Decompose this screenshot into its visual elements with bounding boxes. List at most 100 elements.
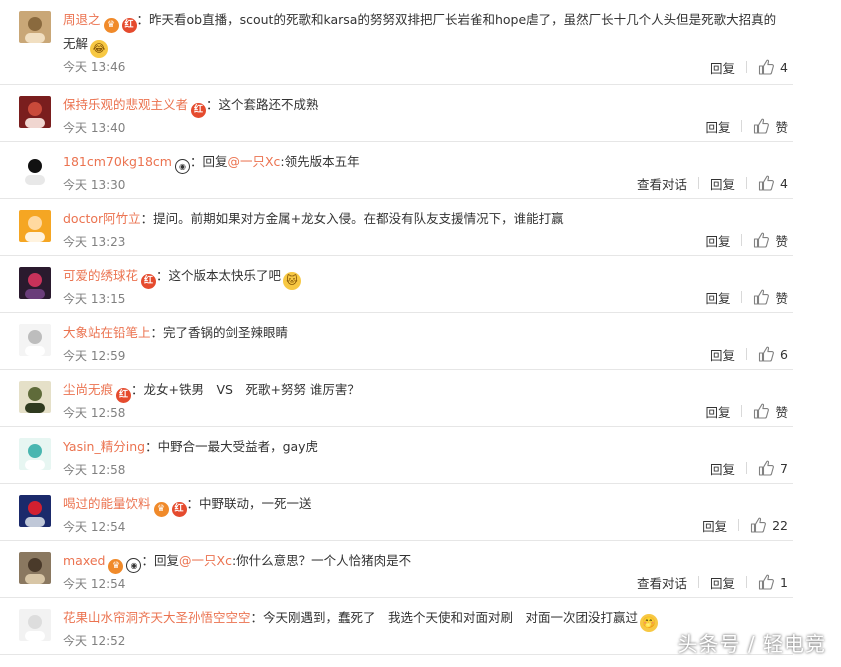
thumbs-up-icon: [753, 232, 770, 248]
view-conversation-link[interactable]: 查看对话: [637, 174, 687, 193]
like-button[interactable]: 赞: [753, 117, 788, 136]
like-button[interactable]: 7: [758, 460, 788, 476]
thumbs-up-icon: [758, 574, 774, 590]
comment-timestamp: 今天 13:30: [63, 178, 126, 192]
username-link[interactable]: 周退之: [63, 12, 101, 27]
avatar[interactable]: [19, 153, 51, 185]
comment-text: ：龙女+铁男 VS 死歌+努努 谁厉害？: [131, 382, 360, 397]
mention-link[interactable]: @一只Xc: [179, 553, 232, 568]
comment-actions: 回复 22: [702, 516, 788, 534]
comment-timestamp: 今天 13:40: [63, 121, 126, 135]
emoji-icon: 🐱: [283, 272, 302, 290]
like-button[interactable]: 赞: [753, 231, 788, 250]
like-button[interactable]: 赞: [753, 402, 788, 421]
username-link[interactable]: Yasin_精分ing: [63, 439, 145, 454]
reply-button[interactable]: 回复: [705, 231, 730, 250]
vip-badge-icon[interactable]: ♛: [153, 502, 169, 517]
like-button[interactable]: 22: [750, 517, 788, 533]
comment-text: ：昨天看ob直播，scout的死歌和karsa的努努双排把厂长岩雀和hope虐了…: [63, 12, 777, 51]
avatar[interactable]: [19, 552, 51, 584]
panda-badge-icon[interactable]: ◉: [174, 159, 190, 174]
avatar[interactable]: [19, 96, 51, 128]
comment-text-line: 可爱的绣球花红：这个版本太快乐了吧 🐱: [63, 265, 783, 290]
avatar[interactable]: [19, 495, 51, 527]
comment-text: ：今天刚遇到，蠢死了 我选个天使和对面对刷 对面一次团没打赢过: [250, 610, 639, 625]
comment-item: maxed ♛ ◉ ：回复@一只Xc:你什么意思？一个人恰猪肉是不 今天 12:54 查看…: [0, 541, 793, 598]
fan-badge-icon[interactable]: 红: [121, 18, 137, 33]
comment-actions: 回复 赞: [705, 231, 788, 249]
comment-timestamp: 今天 13:46: [63, 60, 126, 74]
avatar[interactable]: [19, 609, 51, 641]
avatar[interactable]: [19, 381, 51, 413]
username-link[interactable]: doctor阿竹立: [63, 211, 141, 226]
comment-text: ：这个版本太快乐了吧: [156, 268, 282, 283]
like-count: 赞: [775, 404, 788, 420]
reply-button[interactable]: 回复: [710, 58, 735, 77]
fan-badge-icon[interactable]: 红: [141, 274, 157, 289]
reply-button[interactable]: 回复: [705, 402, 730, 421]
username-link[interactable]: 尘尚无痕: [63, 382, 113, 397]
emoji-icon: 🤭: [640, 614, 659, 632]
comment-text-line: Yasin_精分ing：中野合一最大受益者，gay虎: [63, 436, 783, 458]
comment-item: 可爱的绣球花红：这个版本太快乐了吧 🐱 今天 13:15 回复 赞: [0, 256, 793, 313]
username-link[interactable]: 保持乐观的悲观主义者: [63, 97, 188, 112]
like-button[interactable]: 1: [758, 574, 788, 590]
like-button[interactable]: 4: [758, 175, 788, 191]
like-button[interactable]: 4: [758, 59, 788, 75]
divider: [746, 576, 748, 588]
username-link[interactable]: 喝过的能量饮料: [63, 496, 151, 511]
divider: [698, 177, 700, 189]
thumbs-up-icon: [758, 59, 774, 75]
comment-item: 181cm70kg18cm ◉ ：回复@一只Xc:领先版本五年 今天 13:30 查看对…: [0, 142, 793, 199]
username-link[interactable]: 可爱的绣球花: [63, 268, 138, 283]
panda-badge-icon[interactable]: ◉: [126, 558, 142, 573]
view-conversation-link[interactable]: 查看对话: [637, 573, 687, 592]
divider: [746, 462, 748, 474]
reply-button[interactable]: 回复: [710, 345, 735, 364]
reply-prefix: ：回复: [189, 154, 228, 169]
avatar[interactable]: [19, 267, 51, 299]
comment-item: 保持乐观的悲观主义者红：这个套路还不成熟今天 13:40 回复 赞: [0, 85, 793, 142]
reply-button[interactable]: 回复: [710, 573, 735, 592]
username-link[interactable]: maxed: [63, 553, 105, 568]
like-button[interactable]: 赞: [753, 288, 788, 307]
like-count: 22: [772, 517, 788, 533]
comment-actions: 回复 赞: [705, 117, 788, 135]
emoji-icon: 😂: [90, 40, 109, 58]
reply-button[interactable]: 回复: [702, 516, 727, 535]
like-count: 6: [780, 346, 788, 362]
like-count: 赞: [775, 290, 788, 306]
comment-actions: 查看对话 回复 4: [637, 174, 788, 192]
reply-button[interactable]: 回复: [710, 174, 735, 193]
divider: [746, 61, 748, 73]
fan-badge-icon[interactable]: 红: [191, 103, 207, 118]
username-link[interactable]: 花果山水帘洞齐天大圣孙悟空空空: [63, 610, 251, 625]
avatar[interactable]: [19, 324, 51, 356]
vip-badge-icon[interactable]: ♛: [108, 559, 124, 574]
thumbs-up-icon: [753, 118, 770, 134]
divider: [741, 405, 743, 417]
divider: [746, 348, 748, 360]
username-link[interactable]: 大象站在铅笔上: [63, 325, 151, 340]
reply-button[interactable]: 回复: [705, 288, 730, 307]
comment-actions: 回复 赞: [705, 288, 788, 306]
comment-text: ：这个套路还不成熟: [206, 97, 319, 112]
thumbs-up-icon: [758, 175, 774, 191]
avatar[interactable]: [19, 438, 51, 470]
username-link[interactable]: 181cm70kg18cm: [63, 154, 172, 169]
comment-list: 周退之 ♛ 红：昨天看ob直播，scout的死歌和karsa的努努双排把厂长岩雀和h…: [0, 0, 793, 655]
fan-badge-icon[interactable]: 红: [171, 502, 187, 517]
comment-timestamp: 今天 13:15: [63, 292, 126, 306]
vip-badge-icon[interactable]: ♛: [103, 18, 119, 33]
avatar[interactable]: [19, 11, 51, 43]
reply-button[interactable]: 回复: [705, 117, 730, 136]
comment-text-line: maxed ♛ ◉ ：回复@一只Xc:你什么意思？一个人恰猪肉是不: [63, 550, 783, 574]
avatar[interactable]: [19, 210, 51, 242]
like-button[interactable]: 6: [758, 346, 788, 362]
mention-link[interactable]: @一只Xc: [227, 154, 280, 169]
reply-button[interactable]: 回复: [710, 459, 735, 478]
comment-item: 花果山水帘洞齐天大圣孙悟空空空：今天刚遇到，蠢死了 我选个天使和对面对刷 对面一…: [0, 598, 793, 655]
watermark: 头条号 / 轻电竞: [677, 632, 826, 656]
like-count: 4: [780, 59, 788, 75]
fan-badge-icon[interactable]: 红: [116, 388, 132, 403]
